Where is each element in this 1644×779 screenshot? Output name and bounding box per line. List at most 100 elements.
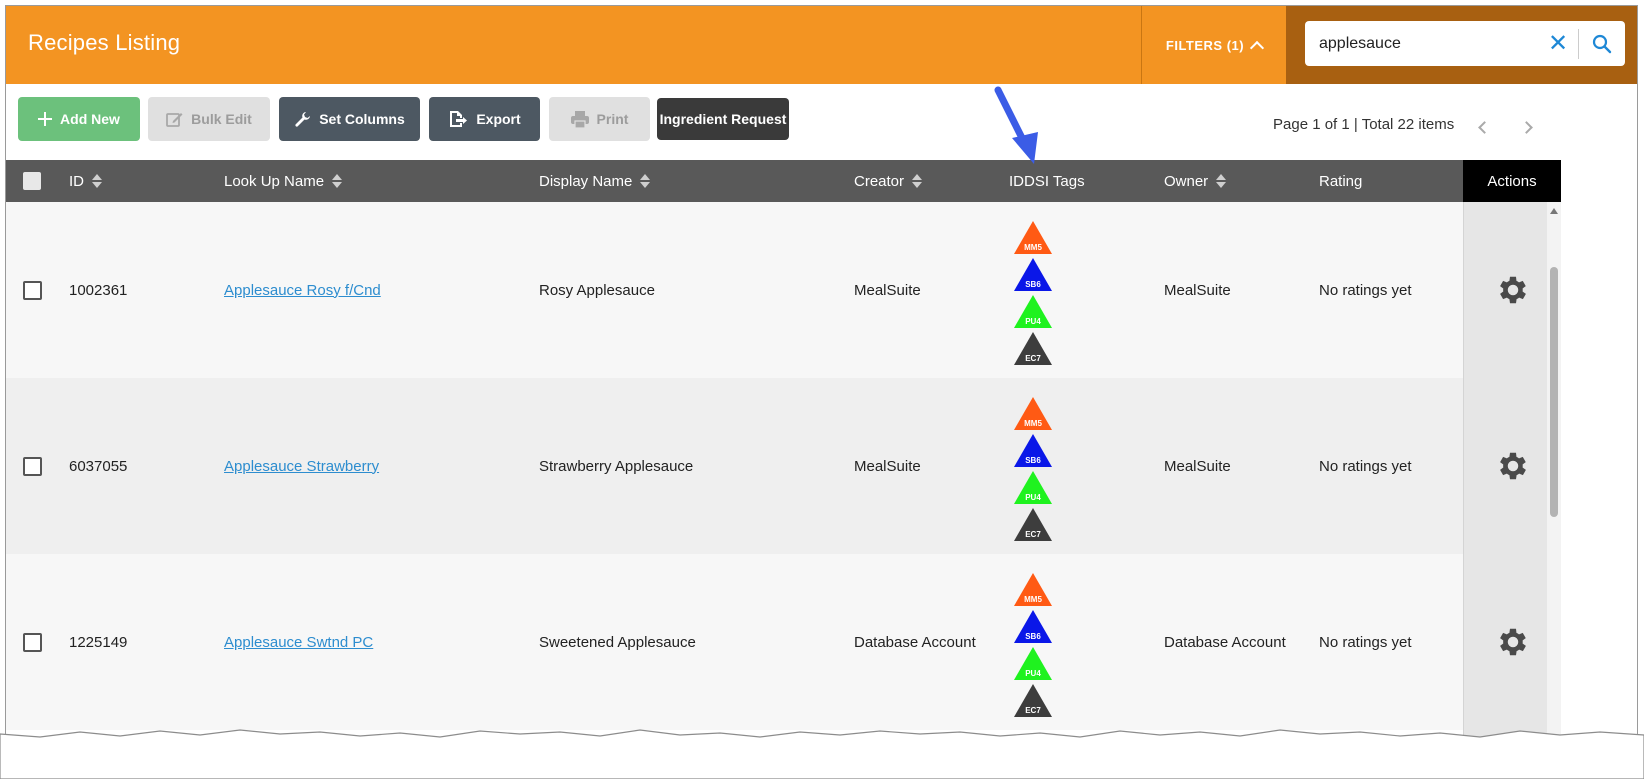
cell-display-name: Strawberry Applesauce	[539, 457, 694, 475]
row-checkbox[interactable]	[23, 457, 42, 476]
column-header-display-name[interactable]: Display Name	[539, 160, 651, 202]
cell-owner: MealSuite	[1164, 457, 1231, 475]
column-label: ID	[69, 172, 84, 190]
scrollbar-thumb[interactable]	[1550, 267, 1558, 517]
paging-info: Page 1 of 1 | Total 22 items	[1273, 116, 1455, 133]
column-label: Creator	[854, 172, 905, 190]
gear-icon[interactable]	[1495, 272, 1531, 308]
iddsi-tag-pu4: PU4	[1013, 294, 1053, 329]
plus-icon	[38, 112, 53, 126]
print-label: Print	[596, 111, 629, 127]
search-icon	[1592, 34, 1612, 53]
cell-creator: MealSuite	[854, 281, 921, 299]
iddsi-tags: MM5 SB6 PU4 EC7	[1013, 572, 1055, 718]
toolbar: Add New Bulk Edit Set Columns Export Pri…	[6, 84, 1637, 164]
cell-rating: No ratings yet	[1319, 281, 1412, 299]
search-button[interactable]	[1579, 21, 1625, 66]
print-button[interactable]: Print	[549, 97, 650, 141]
column-header-owner[interactable]: Owner	[1164, 160, 1227, 202]
row-checkbox[interactable]	[23, 633, 42, 652]
app-frame: Recipes Listing FILTERS (1) ✕ Add New Bu…	[5, 5, 1638, 779]
chevron-up-icon	[1250, 40, 1265, 56]
column-header-iddsi-tags: IDDSI Tags	[1009, 160, 1085, 202]
table-row: 6037055 Applesauce Strawberry Strawberry…	[6, 378, 1463, 554]
column-label: Look Up Name	[224, 172, 325, 190]
iddsi-tags: MM5 SB6 PU4 EC7	[1013, 396, 1055, 542]
cell-id: 1225149	[69, 633, 128, 651]
ingredient-request-button[interactable]: Ingredient Request	[657, 98, 789, 140]
column-label: Rating	[1319, 172, 1363, 190]
iddsi-tags: MM5 SB6 PU4 EC7	[1013, 220, 1055, 366]
iddsi-tag-pu4: PU4	[1013, 470, 1053, 505]
gear-icon[interactable]	[1495, 448, 1531, 484]
previous-page-button[interactable]	[1474, 117, 1494, 137]
table-row: 1225149 Applesauce Swtnd PC Sweetened Ap…	[6, 554, 1463, 730]
select-all-checkbox[interactable]	[23, 172, 41, 190]
cell-display-name: Rosy Applesauce	[539, 281, 655, 299]
sort-icon	[1216, 174, 1227, 188]
edit-icon	[166, 112, 183, 127]
column-label: Actions	[1487, 172, 1537, 190]
annotation-arrow-icon	[994, 86, 1038, 164]
gear-icon[interactable]	[1495, 624, 1531, 660]
cell-owner: MealSuite	[1164, 281, 1231, 299]
filters-label: FILTERS (1)	[1165, 37, 1245, 53]
scroll-up-arrow-icon[interactable]	[1550, 208, 1558, 214]
cell-creator: Database Account	[854, 633, 976, 651]
column-label: Display Name	[539, 172, 633, 190]
page-header: Recipes Listing FILTERS (1) ✕	[6, 6, 1637, 84]
iddsi-tag-sb6: SB6	[1013, 609, 1053, 644]
cell-creator: MealSuite	[854, 457, 921, 475]
iddsi-tag-mm5: MM5	[1013, 572, 1053, 607]
vertical-scrollbar[interactable]	[1547, 202, 1561, 779]
cell-owner: Database Account	[1164, 633, 1286, 651]
sort-icon	[640, 174, 651, 188]
page-title: Recipes Listing	[28, 30, 181, 55]
chevron-right-icon	[1519, 120, 1533, 134]
next-page-button[interactable]	[1516, 117, 1536, 137]
column-header-creator[interactable]: Creator	[854, 160, 923, 202]
set-columns-label: Set Columns	[319, 111, 405, 127]
bulk-edit-button[interactable]: Bulk Edit	[148, 97, 270, 141]
clear-search-icon[interactable]: ✕	[1538, 21, 1578, 66]
table-header: ID Look Up Name Display Name Creator IDD…	[6, 160, 1561, 202]
row-checkbox[interactable]	[23, 281, 42, 300]
search-panel: ✕	[1286, 6, 1637, 84]
lookup-name-link[interactable]: Applesauce Strawberry	[224, 458, 379, 475]
printer-icon	[570, 110, 589, 128]
column-header-id[interactable]: ID	[69, 160, 102, 202]
torn-edge-decoration	[0, 729, 1644, 779]
iddsi-tag-mm5: MM5	[1013, 396, 1053, 431]
export-label: Export	[476, 111, 521, 127]
bulk-edit-label: Bulk Edit	[191, 111, 252, 127]
iddsi-tag-ec7: EC7	[1013, 507, 1053, 542]
export-button[interactable]: Export	[429, 97, 540, 141]
wrench-icon	[295, 111, 311, 127]
iddsi-tag-sb6: SB6	[1013, 433, 1053, 468]
iddsi-tag-ec7: EC7	[1013, 683, 1053, 718]
add-new-label: Add New	[60, 111, 120, 127]
sort-icon	[92, 174, 102, 188]
search-box: ✕	[1305, 21, 1625, 66]
iddsi-tag-sb6: SB6	[1013, 257, 1053, 292]
cell-rating: No ratings yet	[1319, 457, 1412, 475]
chevron-left-icon	[1477, 120, 1491, 134]
sort-icon	[332, 174, 343, 188]
column-header-actions: Actions	[1463, 160, 1561, 202]
cell-display-name: Sweetened Applesauce	[539, 633, 696, 651]
column-label: IDDSI Tags	[1009, 172, 1085, 190]
filters-toggle-button[interactable]: FILTERS (1)	[1141, 6, 1286, 84]
column-label: Owner	[1164, 172, 1209, 190]
sort-icon	[912, 174, 923, 188]
iddsi-tag-mm5: MM5	[1013, 220, 1053, 255]
column-header-rating: Rating	[1319, 160, 1362, 202]
set-columns-button[interactable]: Set Columns	[279, 97, 420, 141]
column-header-lookup-name[interactable]: Look Up Name	[224, 160, 343, 202]
iddsi-tag-pu4: PU4	[1013, 646, 1053, 681]
search-input[interactable]	[1305, 21, 1538, 66]
add-new-button[interactable]: Add New	[18, 97, 140, 141]
lookup-name-link[interactable]: Applesauce Swtnd PC	[224, 634, 373, 651]
file-export-icon	[450, 111, 468, 127]
ingredient-request-label: Ingredient Request	[659, 111, 787, 127]
lookup-name-link[interactable]: Applesauce Rosy f/Cnd	[224, 282, 381, 299]
